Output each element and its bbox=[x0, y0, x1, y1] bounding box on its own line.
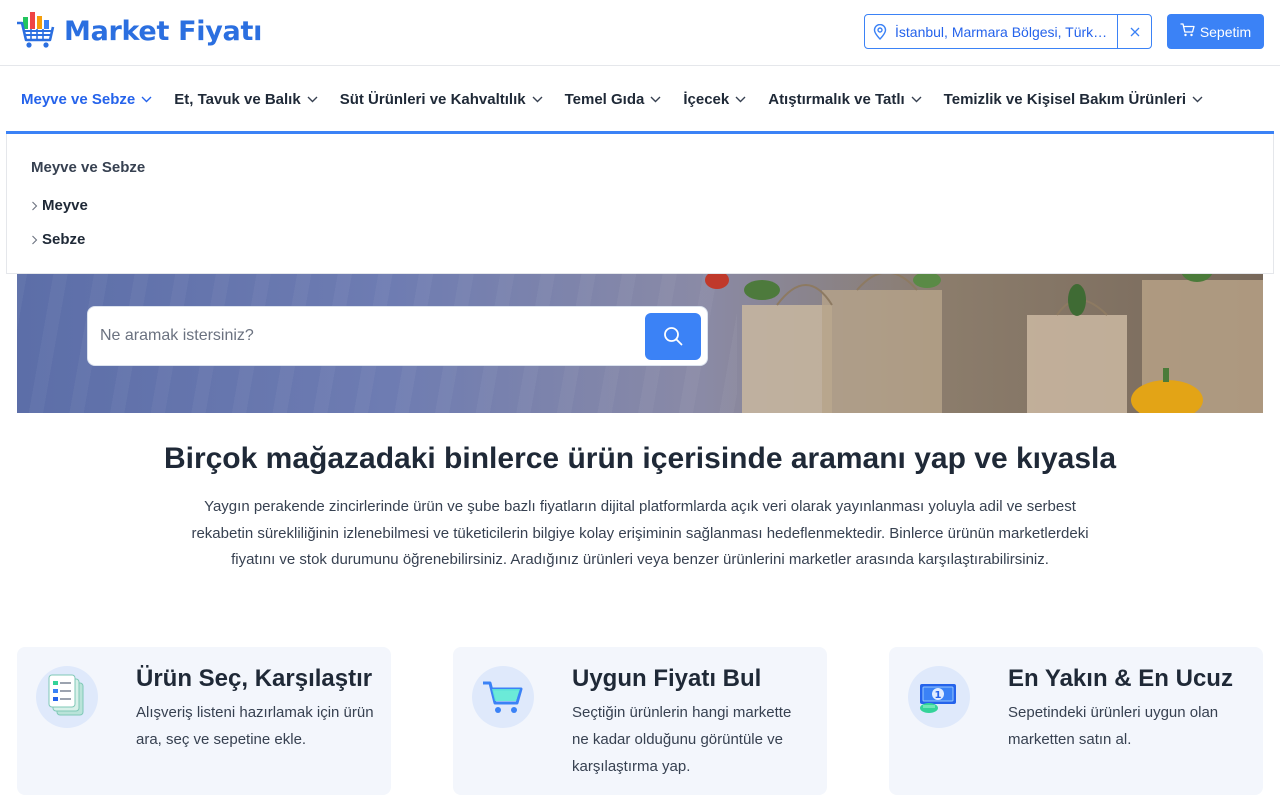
cart-label: Sepetim bbox=[1199, 23, 1252, 40]
location-text: İstanbul, Marmara Bölgesi, Türkiye bbox=[895, 23, 1112, 40]
feature-card-price: Uygun Fiyatı Bul Seçtiğin ürünlerin hang… bbox=[453, 647, 827, 795]
cart-button[interactable]: Sepetim bbox=[1167, 14, 1264, 49]
chevron-down-icon bbox=[650, 96, 661, 102]
dropdown-item-meyve[interactable]: Meyve bbox=[31, 197, 88, 214]
location-selector[interactable]: İstanbul, Marmara Bölgesi, Türkiye bbox=[864, 14, 1152, 49]
dropdown-item-label: Meyve bbox=[42, 197, 88, 214]
nav-item-label: Et, Tavuk ve Balık bbox=[174, 90, 301, 108]
location-pin-icon bbox=[865, 23, 895, 40]
feature-card-select: Ürün Seç, Karşılaştır Alışveriş listeni … bbox=[17, 647, 391, 795]
feature-title: Ürün Seç, Karşılaştır bbox=[136, 665, 373, 692]
clear-location-button[interactable] bbox=[1117, 15, 1151, 48]
close-icon bbox=[1130, 27, 1139, 36]
nav-item-label: Meyve ve Sebze bbox=[21, 90, 136, 108]
dropdown-title: Meyve ve Sebze bbox=[31, 159, 146, 176]
feature-description: Sepetindeki ürünleri uygun olan markette… bbox=[1008, 704, 1219, 748]
chevron-down-icon bbox=[141, 96, 152, 102]
chevron-down-icon bbox=[1192, 96, 1203, 102]
nav-item-et-tavuk-balik[interactable]: Et, Tavuk ve Balık bbox=[174, 90, 318, 108]
feature-title: En Yakın & En Ucuz bbox=[1008, 665, 1233, 692]
cart-icon bbox=[1180, 23, 1195, 40]
search-icon bbox=[664, 327, 683, 346]
money-icon: 1 bbox=[908, 666, 970, 728]
chevron-down-icon bbox=[307, 96, 318, 102]
list-icon bbox=[36, 666, 98, 728]
logo-text: Market Fiyatı bbox=[64, 15, 263, 47]
nav-item-temel-gida[interactable]: Temel Gıda bbox=[565, 91, 662, 108]
header: Market Fiyatı İstanbul, Marmara Bölgesi,… bbox=[0, 0, 1280, 66]
nav-item-temizlik[interactable]: Temizlik ve Kişisel Bakım Ürünleri bbox=[944, 91, 1203, 108]
chevron-right-icon bbox=[32, 235, 38, 244]
feature-description: Alışveriş listeni hazırlamak için ürün a… bbox=[136, 704, 374, 748]
dropdown-item-label: Sebze bbox=[42, 231, 86, 248]
cart-logo-icon bbox=[16, 9, 56, 54]
page-description: Yaygın perakende zincirlerinde ürün ve ş… bbox=[191, 498, 1089, 568]
feature-title: Uygun Fiyatı Bul bbox=[572, 665, 762, 692]
nav-item-label: İçecek bbox=[683, 90, 730, 108]
chevron-down-icon bbox=[735, 96, 746, 102]
feature-card-nearest: 1 En Yakın & En Ucuz Sepetindeki ürünler… bbox=[889, 647, 1263, 795]
search-input[interactable] bbox=[88, 327, 645, 345]
chevron-down-icon bbox=[911, 96, 922, 102]
nav-item-label: Temizlik ve Kişisel Bakım Ürünleri bbox=[943, 90, 1186, 108]
nav-item-meyve-ve-sebze[interactable]: Meyve ve Sebze bbox=[21, 91, 152, 108]
chevron-right-icon bbox=[32, 201, 38, 210]
category-nav: Meyve ve Sebze Et, Tavuk ve Balık Süt Ür… bbox=[0, 67, 1280, 131]
feature-description: Seçtiğin ürünlerin hangi markette ne kad… bbox=[572, 704, 792, 775]
nav-item-label: Atıştırmalık ve Tatlı bbox=[768, 90, 905, 108]
category-dropdown: Meyve ve Sebze Meyve Sebze bbox=[6, 134, 1274, 274]
logo[interactable]: Market Fiyatı bbox=[16, 8, 262, 54]
cart-icon bbox=[472, 666, 534, 728]
nav-item-label: Süt Ürünleri ve Kahvaltılık bbox=[339, 90, 526, 108]
search-bar bbox=[87, 306, 708, 366]
chevron-down-icon bbox=[532, 96, 543, 102]
nav-item-atistirmalik[interactable]: Atıştırmalık ve Tatlı bbox=[768, 90, 922, 108]
svg-text:1: 1 bbox=[935, 690, 942, 701]
page-title: Birçok mağazadaki binlerce ürün içerisin… bbox=[163, 442, 1117, 475]
search-button[interactable] bbox=[645, 312, 701, 360]
nav-item-label: Temel Gıda bbox=[564, 90, 645, 108]
nav-item-icecek[interactable]: İçecek bbox=[683, 91, 746, 108]
dropdown-item-sebze[interactable]: Sebze bbox=[31, 231, 85, 248]
nav-item-sut-urunleri[interactable]: Süt Ürünleri ve Kahvaltılık bbox=[340, 91, 543, 108]
